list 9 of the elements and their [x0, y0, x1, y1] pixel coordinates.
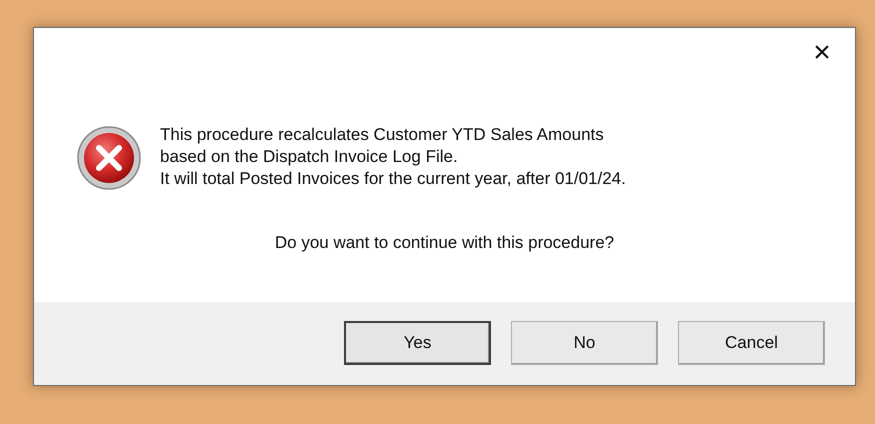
- error-icon: [76, 125, 142, 191]
- dialog-button[interactable]: No: [511, 321, 658, 365]
- close-button[interactable]: ×: [807, 38, 837, 68]
- message-line: It will total Posted Invoices for the current year, after 01/01/24.: [160, 168, 626, 190]
- dialog-button[interactable]: Cancel: [678, 321, 825, 365]
- message-line: This procedure recalculates Customer YTD Sales Amounts: [160, 124, 605, 146]
- question-text: Do you want to continue with this procedure?: [274, 232, 614, 254]
- dialog-button[interactable]: Yes: [344, 321, 491, 365]
- message-line: based on the Dispatch Invoice Log File.: [160, 146, 459, 168]
